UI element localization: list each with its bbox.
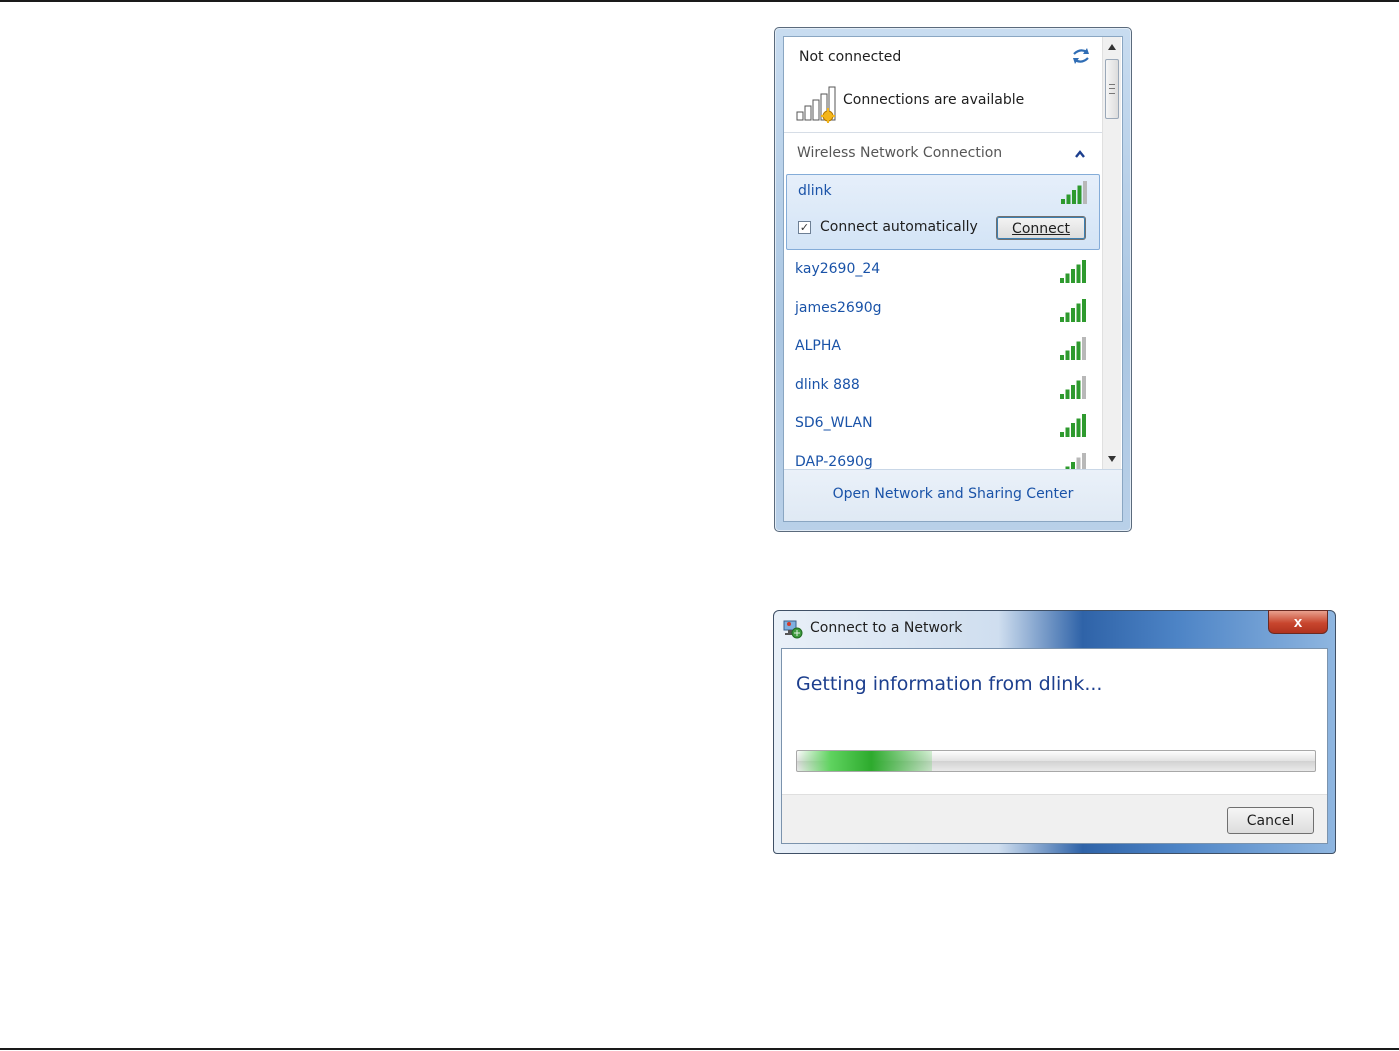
network-item[interactable]: ALPHA: [784, 332, 1102, 371]
signal-bar: [1072, 190, 1076, 204]
signal-bar: [1071, 269, 1075, 283]
signal-bar: [1082, 375, 1086, 399]
signal-bar: [1082, 298, 1086, 322]
flyout-content: Not connected Connections are available …: [783, 36, 1123, 522]
scroll-grip-icon: [1109, 84, 1115, 94]
connect-automatically-checkbox[interactable]: ✓: [798, 221, 811, 234]
network-item-selected[interactable]: dlink ✓ Connect automatically Connect: [786, 174, 1100, 250]
signal-bar: [1076, 303, 1081, 322]
signal-strength-icon: [1060, 375, 1086, 399]
signal-bar: [1060, 432, 1064, 437]
signal-bar: [1082, 260, 1086, 283]
signal-strength-icon: [1060, 298, 1086, 322]
signal-bar: [1071, 423, 1075, 437]
signal-strength-icon: [1060, 337, 1086, 360]
section-title: Wireless Network Connection: [797, 145, 1003, 161]
scroll-down-arrow-icon[interactable]: [1107, 455, 1117, 463]
signal-bar: [1066, 194, 1071, 204]
bottom-rule: [0, 1048, 1399, 1050]
signal-bar: [1065, 273, 1070, 283]
network-item[interactable]: kay2690_24: [784, 255, 1102, 294]
signal-strength-icon: [1061, 181, 1087, 204]
chevron-up-icon[interactable]: [1074, 149, 1086, 159]
signal-bar: [1065, 389, 1070, 399]
signal-bar: [1060, 316, 1064, 322]
scroll-thumb[interactable]: [1105, 59, 1119, 119]
status-divider: [784, 132, 1102, 133]
network-item[interactable]: SD6_WLAN: [784, 409, 1102, 448]
signal-bar: [1060, 355, 1064, 360]
signal-bar: [1060, 393, 1064, 399]
signal-bar: [1076, 341, 1081, 360]
signal-bar: [1071, 384, 1075, 399]
top-rule: [0, 0, 1399, 2]
connect-button[interactable]: Connect: [996, 216, 1086, 240]
network-item[interactable]: james2690g: [784, 294, 1102, 333]
signal-bar: [1076, 380, 1081, 399]
signal-bar: [1061, 199, 1065, 204]
network-list-scrollbar[interactable]: [1102, 37, 1121, 469]
network-item[interactable]: dlink 888: [784, 371, 1102, 410]
scroll-up-arrow-icon[interactable]: [1107, 43, 1117, 51]
signal-bar: [1082, 414, 1086, 437]
selected-network-name: dlink: [798, 183, 832, 199]
network-name: kay2690_24: [795, 261, 881, 277]
signal-bar: [1071, 346, 1075, 360]
network-name: dlink 888: [795, 376, 860, 393]
signal-bar: [1065, 312, 1070, 322]
refresh-icon[interactable]: [1070, 45, 1092, 67]
wireless-signal-warning-icon: [796, 86, 836, 123]
signal-bar: [1082, 337, 1086, 360]
flyout-footer: Open Network and Sharing Center: [784, 469, 1122, 521]
network-name: DAP-2690g: [795, 453, 873, 470]
signal-strength-icon: [1060, 260, 1086, 283]
signal-bar: [1077, 185, 1082, 204]
signal-strength-icon: [1060, 414, 1086, 437]
network-connection-icon: [783, 620, 803, 639]
status-subtitle: Connections are available: [843, 92, 1025, 108]
progress-bar: [796, 750, 1316, 772]
network-list: kay2690_24 james2690g ALPHA dlink 888 SD6_WL…: [784, 255, 1102, 486]
connection-status: Not connected Connections are available: [784, 37, 1102, 133]
close-button[interactable]: x: [1268, 610, 1328, 634]
network-flyout: Not connected Connections are available …: [774, 27, 1132, 532]
dialog-message: Getting information from dlink...: [796, 673, 1103, 695]
connect-to-network-dialog: Connect to a Network x Getting informati…: [773, 610, 1336, 854]
open-network-sharing-center-link[interactable]: Open Network and Sharing Center: [784, 486, 1122, 502]
network-name: SD6_WLAN: [795, 415, 873, 431]
connect-automatically-label: Connect automatically: [820, 219, 978, 235]
signal-bar: [1071, 307, 1075, 322]
dialog-button-bar: Cancel: [782, 794, 1327, 843]
dialog-title: Connect to a Network: [810, 620, 963, 636]
progress-bar-fill: [797, 751, 932, 771]
signal-bar: [1065, 350, 1070, 360]
wireless-section-header[interactable]: Wireless Network Connection: [784, 137, 1102, 173]
signal-bar: [1076, 264, 1081, 283]
network-name: ALPHA: [795, 338, 841, 354]
signal-bar: [1083, 181, 1087, 204]
status-title: Not connected: [799, 49, 902, 65]
cancel-button[interactable]: Cancel: [1227, 807, 1314, 834]
signal-bar: [1076, 418, 1081, 437]
signal-bar: [1060, 278, 1064, 283]
network-name: james2690g: [795, 299, 882, 316]
signal-bar: [1065, 427, 1070, 437]
dialog-body: Getting information from dlink... Cancel: [781, 648, 1328, 844]
